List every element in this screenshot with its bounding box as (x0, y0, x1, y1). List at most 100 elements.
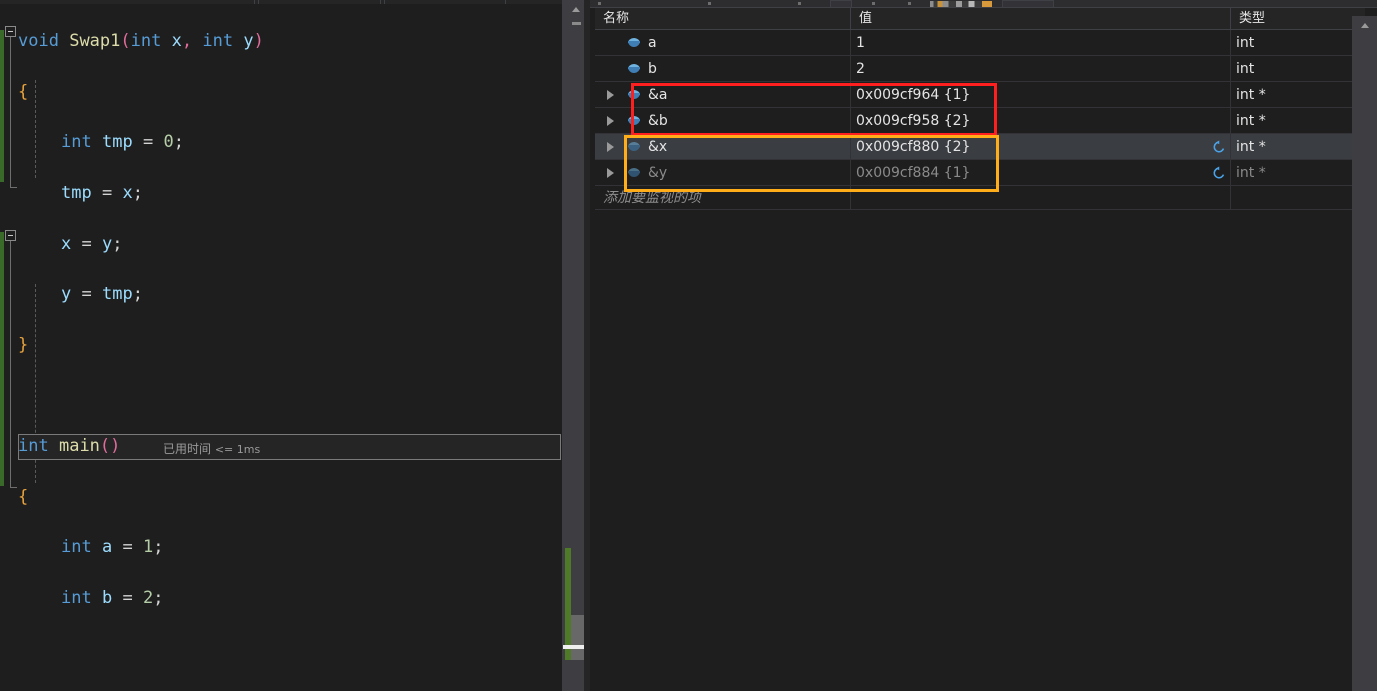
toolbar-dropdown[interactable] (1002, 0, 1054, 8)
token-identifier: x (61, 234, 71, 254)
token-identifier: x (172, 31, 182, 51)
watch-value-cell[interactable]: 0x009cf958 {2} (856, 108, 1226, 134)
token-identifier: x (122, 183, 132, 203)
variable-cube-icon (628, 116, 640, 126)
watch-type-cell: int (1236, 56, 1351, 82)
code-editor-pane[interactable]: void Swap1(int x, int y) { int tmp = 0; … (0, 0, 590, 691)
token-number: 1 (143, 537, 153, 557)
token-identifier: y (243, 31, 253, 51)
token-function: Swap1 (69, 31, 120, 51)
code-text[interactable]: void Swap1(int x, int y) { int tmp = 0; … (0, 4, 562, 691)
token-punct: , (182, 31, 192, 51)
token-semicolon: ; (174, 132, 184, 152)
toolbar-glyph (908, 2, 911, 5)
watch-value-cell[interactable]: 1 (856, 30, 1226, 56)
code-line: Swap1(a, b); (0, 687, 562, 691)
token-keyword: void (18, 31, 59, 51)
token-operator: = (122, 588, 132, 608)
token-punct: ( (120, 31, 130, 51)
cell-divider (850, 134, 851, 160)
chevron-right-icon[interactable] (607, 116, 614, 126)
column-header-value[interactable]: 值 (851, 8, 1230, 30)
watch-value-cell[interactable]: 2 (856, 56, 1226, 82)
code-line: void Swap1(int x, int y) (0, 29, 562, 54)
cell-divider (850, 30, 851, 56)
watch-window-pane[interactable]: 名称 值 类型 a 1 int b 2 (590, 0, 1377, 691)
watch-row-addr-y[interactable]: &y 0x009cf884 {1} int * (595, 160, 1365, 186)
chevron-right-icon[interactable] (607, 142, 614, 152)
refresh-icon[interactable] (1212, 140, 1226, 154)
token-semicolon: ; (153, 537, 163, 557)
scroll-up-arrow-icon[interactable] (1352, 16, 1377, 34)
watch-name-cell[interactable]: &a (648, 82, 848, 108)
watch-name-cell[interactable]: &x (648, 134, 848, 160)
code-line: { (0, 80, 562, 105)
elapsed-value: <= 1ms (215, 443, 260, 456)
toolbar-glyph (708, 2, 711, 5)
token-identifier: tmp (61, 183, 92, 203)
watch-add-item-placeholder[interactable]: 添加要监视的项 (603, 186, 701, 210)
chevron-right-icon[interactable] (607, 90, 614, 100)
code-line: int tmp = 0; (0, 130, 562, 155)
column-header-type[interactable]: 类型 (1231, 8, 1352, 30)
token-punct: ) (254, 31, 264, 51)
watch-type-cell: int * (1236, 134, 1351, 160)
chevron-right-icon[interactable] (607, 168, 614, 178)
token-operator: = (82, 284, 92, 304)
token-brace: { (18, 487, 28, 507)
column-header-name[interactable]: 名称 (595, 8, 850, 30)
watch-row-addr-a[interactable]: &a 0x009cf964 {1} int * (595, 82, 1365, 108)
watch-name-cell[interactable]: b (648, 56, 848, 82)
watch-row-addr-b[interactable]: &b 0x009cf958 {2} int * (595, 108, 1365, 134)
cell-divider (1230, 186, 1231, 210)
token-identifier: y (102, 234, 112, 254)
token-semicolon: ; (133, 284, 143, 304)
cell-divider (850, 186, 851, 210)
code-line: x = y; (0, 232, 562, 257)
token-brace: { (18, 82, 28, 102)
watch-column-headers[interactable]: 名称 值 类型 (595, 8, 1365, 30)
variable-cube-icon (628, 90, 640, 100)
cell-divider (1230, 30, 1231, 56)
token-keyword: int (61, 132, 92, 152)
variable-cube-icon (628, 64, 640, 74)
watch-add-item-row[interactable]: 添加要监视的项 (595, 186, 1365, 210)
variable-cube-icon (628, 38, 640, 48)
scrollbar-tick-marker (572, 22, 581, 25)
watch-name-cell[interactable]: &y (648, 160, 848, 186)
variable-cube-icon (628, 142, 640, 152)
cell-divider (1230, 108, 1231, 134)
watch-type-cell: int * (1236, 108, 1351, 134)
token-keyword: int (61, 537, 92, 557)
watch-row-a[interactable]: a 1 int (595, 30, 1365, 56)
token-punct: () (100, 436, 120, 456)
cell-divider (1230, 82, 1231, 108)
token-number: 0 (163, 132, 173, 152)
token-keyword: int (18, 436, 49, 456)
watch-row-addr-x[interactable]: &x 0x009cf880 {2} int * (595, 134, 1365, 160)
toolbar-button[interactable] (830, 0, 852, 8)
token-semicolon: ; (133, 183, 143, 203)
watch-value-cell[interactable]: 0x009cf964 {1} (856, 82, 1226, 108)
code-line-blank (0, 383, 562, 408)
refresh-icon[interactable] (1212, 166, 1226, 180)
code-line: } (0, 333, 562, 358)
toolbar-icon-group[interactable] (930, 1, 992, 7)
watch-vertical-scrollbar[interactable] (1352, 16, 1377, 691)
watch-value-cell[interactable]: 0x009cf884 {1} (856, 160, 1226, 186)
token-identifier: a (102, 537, 112, 557)
watch-grid[interactable]: 名称 值 类型 a 1 int b 2 (590, 8, 1377, 691)
watch-row-b[interactable]: b 2 int (595, 56, 1365, 82)
cell-divider (850, 108, 851, 134)
watch-type-cell: int * (1236, 82, 1351, 108)
cell-divider (1230, 160, 1231, 186)
watch-value-cell[interactable]: 0x009cf880 {2} (856, 134, 1226, 160)
code-line: int main() (0, 434, 562, 459)
watch-name-cell[interactable]: &b (648, 108, 848, 134)
token-keyword: int (202, 31, 233, 51)
token-keyword: int (131, 31, 162, 51)
watch-toolbar[interactable] (590, 0, 1377, 8)
watch-name-cell[interactable]: a (648, 30, 848, 56)
toolbar-glyph (798, 2, 801, 5)
token-semicolon: ; (153, 588, 163, 608)
